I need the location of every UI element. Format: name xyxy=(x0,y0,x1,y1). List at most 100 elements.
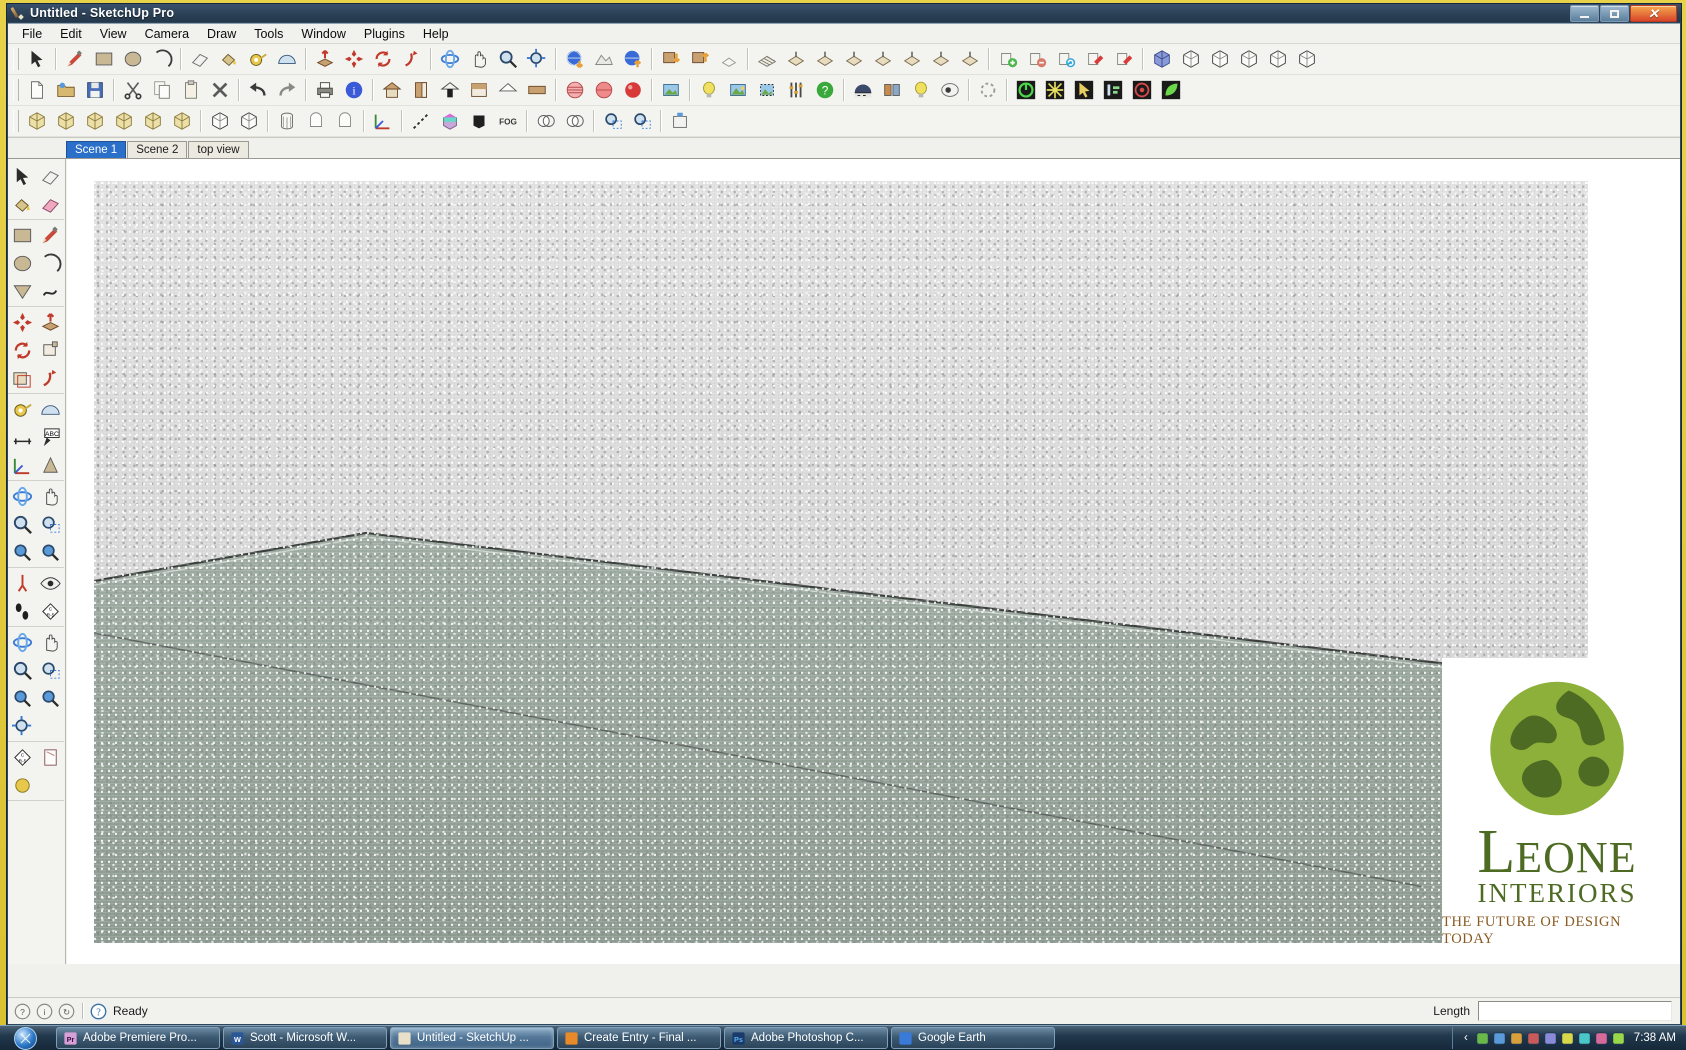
taskbar-item-4[interactable]: Ps Adobe Photoshop C... xyxy=(724,1027,888,1049)
layered-box[interactable] xyxy=(435,107,464,135)
render-help[interactable]: ? xyxy=(810,76,839,104)
palette-scale[interactable] xyxy=(36,336,64,364)
tray-monitor-icon[interactable] xyxy=(1578,1031,1591,1045)
drawing-canvas[interactable]: L EONE INTERIORS THE FUTURE OF DESIGN TO… xyxy=(67,159,1680,964)
palette-offset[interactable] xyxy=(8,364,36,392)
layer-remove[interactable] xyxy=(1022,45,1051,73)
sandbox-from-contours[interactable] xyxy=(752,45,781,73)
house-tool-6[interactable] xyxy=(522,76,551,104)
view-iso[interactable] xyxy=(1147,45,1176,73)
style-new[interactable] xyxy=(1109,45,1138,73)
status-person-icon[interactable]: i xyxy=(36,1003,53,1020)
palette-arc[interactable] xyxy=(36,249,64,277)
palette-eraser[interactable] xyxy=(36,162,64,190)
tape-measure-tool[interactable] xyxy=(243,45,272,73)
eraser-tool[interactable] xyxy=(185,45,214,73)
palette-move[interactable] xyxy=(8,308,36,336)
plugin-leaf[interactable] xyxy=(1156,76,1185,104)
palette-walk[interactable] xyxy=(8,597,36,625)
palette-position-camera[interactable] xyxy=(8,569,36,597)
palette-zoom-extents-2[interactable] xyxy=(8,712,36,740)
palette-dimension[interactable] xyxy=(8,423,36,451)
plain-cube[interactable] xyxy=(234,107,263,135)
sandbox-add-detail[interactable] xyxy=(897,45,926,73)
orbit-tool[interactable] xyxy=(435,45,464,73)
palette-follow-me[interactable] xyxy=(36,364,64,392)
menu-plugins[interactable]: Plugins xyxy=(355,25,414,43)
menu-file[interactable]: File xyxy=(13,25,51,43)
palette-zoom-2[interactable] xyxy=(8,656,36,684)
rotate-tool[interactable] xyxy=(368,45,397,73)
save-file[interactable] xyxy=(80,76,109,104)
close-button[interactable]: ✕ xyxy=(1630,5,1677,22)
view-top[interactable] xyxy=(1176,45,1205,73)
house-tool-3[interactable] xyxy=(435,76,464,104)
palette-text[interactable]: ABC xyxy=(36,423,64,451)
circle-tool[interactable] xyxy=(118,45,147,73)
sandbox-drape[interactable] xyxy=(868,45,897,73)
tray-expand-button[interactable]: ‹ xyxy=(1459,1032,1472,1044)
layer-refresh[interactable] xyxy=(1051,45,1080,73)
palette-next-view-2[interactable] xyxy=(36,684,64,712)
palette-polygon[interactable] xyxy=(8,277,36,305)
palette-section-plane[interactable]: C R-5 xyxy=(36,597,64,625)
photo-match[interactable] xyxy=(656,76,685,104)
geo-location-up[interactable] xyxy=(618,45,647,73)
tray-update-icon[interactable] xyxy=(1527,1031,1540,1045)
preview-window[interactable] xyxy=(935,76,964,104)
paint-bucket-tool[interactable] xyxy=(214,45,243,73)
zoom-window-2[interactable] xyxy=(627,107,656,135)
toolbar-grip[interactable] xyxy=(13,79,19,101)
palette-previous-view-2[interactable] xyxy=(8,684,36,712)
tray-alert-icon[interactable] xyxy=(1544,1031,1557,1045)
question-circle-icon[interactable]: ? xyxy=(90,1003,107,1020)
plugin-star[interactable] xyxy=(1040,76,1069,104)
redo[interactable] xyxy=(272,76,301,104)
house-tool-2[interactable] xyxy=(406,76,435,104)
light-editor[interactable] xyxy=(906,76,935,104)
sandbox-stamp[interactable] xyxy=(839,45,868,73)
plugin-power[interactable] xyxy=(1011,76,1040,104)
tray-shield-icon[interactable] xyxy=(1476,1031,1489,1045)
palette-axes[interactable] xyxy=(8,451,36,479)
render-region[interactable] xyxy=(752,76,781,104)
component-get[interactable] xyxy=(656,45,685,73)
dashed-line-tool[interactable] xyxy=(406,107,435,135)
zoom-window-1[interactable] xyxy=(598,107,627,135)
palette-pan-2[interactable] xyxy=(36,628,64,656)
palette-page-tool[interactable] xyxy=(36,743,64,771)
palette-circle[interactable] xyxy=(8,249,36,277)
palette-tape-measure[interactable] xyxy=(8,395,36,423)
round-corner[interactable] xyxy=(301,107,330,135)
light-bulb-tool[interactable] xyxy=(694,76,723,104)
undo[interactable] xyxy=(243,76,272,104)
black-solid[interactable] xyxy=(464,107,493,135)
scene-tab-0[interactable]: Scene 1 xyxy=(66,141,127,158)
toolbar-grip[interactable] xyxy=(13,110,19,132)
style-wire[interactable] xyxy=(560,76,589,104)
view-front[interactable] xyxy=(1205,45,1234,73)
open-file[interactable] xyxy=(51,76,80,104)
geo-location-toggle[interactable] xyxy=(589,45,618,73)
geo-location-add[interactable] xyxy=(560,45,589,73)
house-tool-4[interactable] xyxy=(464,76,493,104)
palette-eraser-pink[interactable] xyxy=(36,190,64,218)
solid-tool-3[interactable] xyxy=(80,107,109,135)
follow-me-tool[interactable] xyxy=(397,45,426,73)
component-share[interactable] xyxy=(685,45,714,73)
style-shaded[interactable] xyxy=(618,76,647,104)
progress-gear[interactable] xyxy=(973,76,1002,104)
view-left[interactable] xyxy=(1292,45,1321,73)
title-bar[interactable]: Untitled - SketchUp Pro ✕ xyxy=(7,4,1681,22)
model-info[interactable]: i xyxy=(339,76,368,104)
start-orb-button[interactable] xyxy=(2,1026,48,1050)
palette-orbit-2[interactable] xyxy=(8,628,36,656)
select-tool[interactable] xyxy=(22,45,51,73)
taskbar-item-5[interactable]: Google Earth xyxy=(891,1027,1055,1049)
house-tool-5[interactable] xyxy=(493,76,522,104)
palette-look-around[interactable] xyxy=(36,569,64,597)
palette-orbit[interactable] xyxy=(8,482,36,510)
sandbox-from-scratch[interactable] xyxy=(781,45,810,73)
palette-section-tool[interactable]: C R-5 xyxy=(8,743,36,771)
scene-tab-1[interactable]: Scene 2 xyxy=(127,141,188,158)
